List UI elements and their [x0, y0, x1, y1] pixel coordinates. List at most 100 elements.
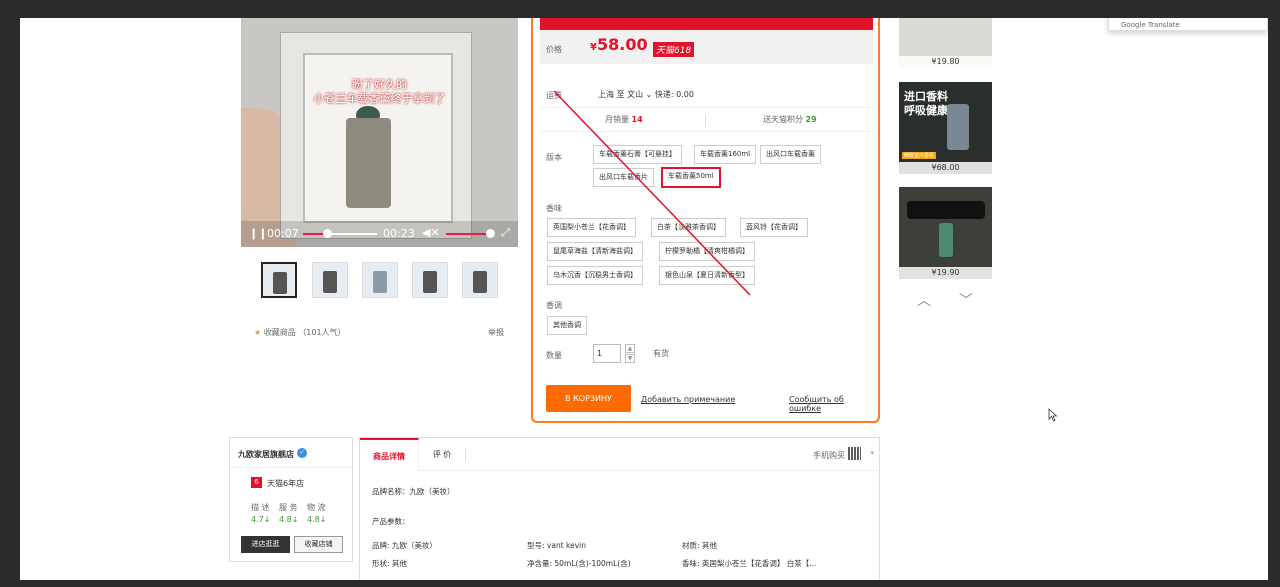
recommended-item-1[interactable]: ¥19.80 — [899, 18, 992, 68]
visit-shop-button[interactable]: 进店逛逛 — [241, 536, 290, 553]
scent-label: 香味 — [546, 204, 562, 213]
quantity-input[interactable]: 1 — [593, 344, 621, 363]
divider — [705, 115, 706, 127]
shop-years: 天猫6年店 — [267, 479, 305, 488]
video-progress-bar[interactable] — [303, 229, 377, 238]
scent-option[interactable]: 鼠尾草海盐【清新海盐调】 — [547, 242, 643, 261]
detail-panel: 商品详情 评 价 手机购买 ▾ 品牌名称：九欧（美妆） 产品参数： 品牌: 九欧… — [359, 437, 880, 580]
tmall-points-label: 送天猫积分 — [763, 115, 803, 124]
favorite-count: （101人气） — [298, 328, 346, 337]
fullscreen-icon[interactable]: ⤢ — [501, 226, 510, 240]
tmall-618-badge: 天猫618 — [653, 42, 695, 57]
scent-option[interactable]: 白茶【淡雅茶香调】 — [651, 218, 726, 237]
video-current-time: 00:07 — [267, 227, 299, 240]
thumbnail-2[interactable] — [312, 262, 348, 298]
video-controls: ❙❙ 00:07 00:23 ◀✕ ⤢ — [241, 221, 518, 247]
chevron-down-icon[interactable]: ⌄ — [643, 90, 655, 99]
shop-name[interactable]: 九欧家居旗舰店 — [238, 449, 294, 460]
param-cell: 净含量: 50mL(含)-100mL(含) — [527, 559, 631, 568]
verified-icon: ✓ — [297, 448, 307, 458]
divider — [540, 107, 873, 108]
thumbnail-image — [323, 271, 337, 293]
follow-shop-button[interactable]: 收藏店铺 — [294, 536, 343, 553]
score-service: 4.8↓ — [279, 515, 299, 524]
thumbnail-1[interactable] — [261, 262, 297, 298]
quantity-decrease-button[interactable]: ▼ — [625, 354, 635, 363]
add-note-link[interactable]: Добавить примечание — [641, 395, 735, 404]
price: ¥58.00 — [590, 35, 648, 54]
report-link[interactable]: 举报 — [488, 327, 504, 338]
divider — [540, 131, 873, 132]
recommended-price: ¥19.80 — [899, 56, 992, 68]
tmall-points: 送天猫积分 29 — [763, 114, 817, 125]
param-cell: 品牌: 九欧（美妆） — [372, 541, 437, 550]
thumbnail-5[interactable] — [462, 262, 498, 298]
scent-option[interactable]: 银色山泉【夏日清新香型】 — [659, 266, 755, 285]
params-title: 产品参数： — [372, 517, 410, 526]
promo-tag: 精致室内香氛 — [902, 152, 937, 159]
add-to-cart-button[interactable]: В КОРЗИНУ — [546, 385, 631, 412]
stock-status: 有货 — [653, 349, 669, 358]
thumbnail-image — [423, 271, 437, 293]
metric-service: 服 务 — [279, 503, 298, 512]
price-value: 58.00 — [596, 35, 648, 54]
volume-knob[interactable] — [486, 229, 495, 238]
score-logistics: 4.8↓ — [307, 515, 327, 524]
param-cell: 形状: 其他 — [372, 559, 407, 568]
video-total-time: 00:23 — [383, 227, 415, 240]
volume-bar[interactable] — [446, 233, 490, 235]
monthly-sales: 月销量 14 — [605, 114, 643, 125]
tone-option[interactable]: 其他香调 — [547, 316, 587, 335]
scent-option[interactable]: 蓝风铃【花香调】 — [740, 218, 808, 237]
divider — [465, 448, 466, 461]
dropdown-icon[interactable]: ▾ — [870, 449, 874, 457]
recommended-item-2[interactable]: 进口香料 呼吸健康 精致室内香氛 ¥68.00 — [899, 82, 992, 174]
favorite-product[interactable]: ★ 收藏商品 （101人气） — [254, 327, 346, 338]
recommended-item-3[interactable]: ¥19.90 — [899, 187, 992, 279]
param-cell: 型号: vant kevin — [527, 541, 586, 550]
chevron-up-icon[interactable]: ︿ — [917, 290, 931, 310]
volume-icon[interactable]: ◀✕ — [422, 226, 440, 239]
pause-icon[interactable]: ❙❙ — [249, 227, 267, 240]
tab-details[interactable]: 商品详情 — [360, 438, 419, 471]
thumbnail-3[interactable] — [362, 262, 398, 298]
favorite-label: 收藏商品 — [263, 328, 296, 337]
thumbnail-image — [373, 271, 387, 293]
qr-code-icon[interactable] — [848, 447, 861, 460]
scent-option[interactable]: 英国梨小苍兰【花香调】 — [547, 218, 636, 237]
version-label: 版本 — [546, 153, 562, 162]
monthly-sales-label: 月销量 — [605, 115, 629, 124]
version-option[interactable]: 出风口车载香片 — [593, 168, 654, 187]
divider — [230, 467, 352, 468]
shipping-info: 上海 至 文山 ⌄ 快递: 0.00 — [598, 89, 694, 100]
product-image — [939, 223, 953, 257]
product-video[interactable]: 盼了好久的 小苍兰车载香薰终于拿到了 ❙❙ 00:07 00:23 ◀✕ ⤢ — [241, 18, 518, 247]
recommended-title: 进口香料 呼吸健康 — [904, 90, 948, 117]
version-option[interactable]: 车载香薰160ml — [694, 145, 757, 164]
scent-option[interactable]: 乌木沉香【沉稳男士香调】 — [547, 266, 643, 285]
score-description: 4.7↓ — [251, 515, 271, 524]
page: 盼了好久的 小苍兰车载香薰终于拿到了 ❙❙ 00:07 00:23 ◀✕ ⤢ ★… — [20, 18, 1268, 580]
video-progress-knob[interactable] — [323, 229, 333, 238]
thumbnail-4[interactable] — [412, 262, 448, 298]
scent-option[interactable]: 柠檬罗勒橘【清爽柑橘调】 — [659, 242, 755, 261]
translate-popup[interactable]: Google Translate — [1108, 18, 1268, 31]
thumbnail-image — [473, 271, 487, 293]
metric-logistics: 物 流 — [307, 503, 326, 512]
version-option[interactable]: 车载香薰石膏【可悬挂】 — [593, 145, 682, 164]
quantity-increase-button[interactable]: ▲ — [625, 344, 635, 353]
tone-label: 香调 — [546, 301, 562, 310]
tab-reviews[interactable]: 评 价 — [427, 438, 457, 471]
report-error-link[interactable]: Сообщить об ошибке — [789, 395, 878, 413]
price-area: 价格 ¥58.00 天猫618 — [540, 30, 873, 64]
tab-bar: 商品详情 评 价 手机购买 ▾ — [360, 438, 879, 471]
mobile-buy-label[interactable]: 手机购买 — [813, 450, 845, 461]
shipping-route[interactable]: 上海 至 文山 — [598, 90, 643, 99]
chevron-down-icon[interactable]: ﹀ — [959, 290, 973, 310]
star-icon: ★ — [254, 328, 262, 337]
shipping-fee: 快递: 0.00 — [654, 90, 694, 99]
video-bottle — [346, 118, 391, 208]
version-option[interactable]: 出风口车载香薰 — [760, 145, 821, 164]
cursor-icon — [1048, 408, 1058, 422]
version-option-selected[interactable]: 车载香薰50ml — [661, 167, 721, 188]
